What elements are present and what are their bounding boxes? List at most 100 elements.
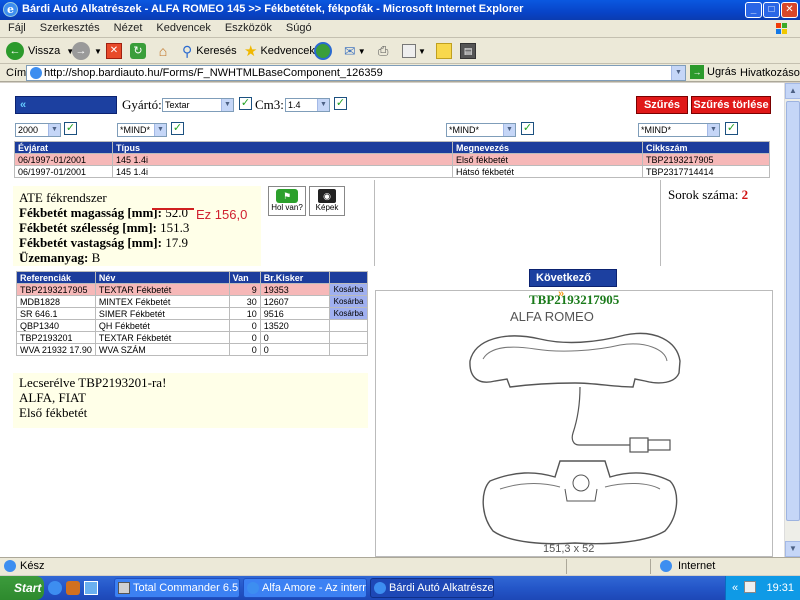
address-input[interactable]: http://shop.bardiauto.hu/Forms/F_NWHTMLB… bbox=[26, 65, 686, 81]
stop-button[interactable]: ✕ bbox=[106, 40, 122, 62]
kepek-button[interactable]: ◉ Képek bbox=[309, 186, 345, 216]
search-icon: ⚲ bbox=[182, 42, 193, 59]
menu-tools[interactable]: Eszközök bbox=[217, 20, 278, 34]
cikkszam-select[interactable]: *MIND* ▼ bbox=[638, 123, 720, 137]
szures-torlese-button[interactable]: Szűrés törlése bbox=[691, 96, 771, 114]
favorites-button[interactable]: ★ Kedvencek bbox=[244, 40, 315, 62]
table-row[interactable]: 06/1997-01/2001 145 1.4i Első fékbetét T… bbox=[14, 153, 770, 166]
history-button[interactable] bbox=[314, 40, 332, 62]
go-button[interactable]: → Ugrás bbox=[690, 65, 736, 79]
mail-button[interactable]: ✉ ▼ bbox=[344, 40, 366, 62]
menu-view[interactable]: Nézet bbox=[106, 20, 149, 34]
menu-bar: Fájl Szerkesztés Nézet Kedvencek Eszközök Súg… bbox=[0, 20, 800, 38]
cikkszam-checkbox[interactable]: ✓ bbox=[725, 122, 738, 135]
menu-favorites[interactable]: Kedvencek bbox=[148, 20, 216, 34]
auto-alkatreszek-button[interactable]: « Autó/Alkatrészek bbox=[15, 96, 117, 127]
links-label[interactable]: Hivatkozások bbox=[740, 67, 800, 79]
ie-icon: e bbox=[3, 2, 18, 17]
quicklaunch-ie-icon[interactable] bbox=[48, 581, 62, 595]
table-row[interactable]: WVA 21932 17.90 WVA SZÁM 00 bbox=[16, 343, 368, 356]
table-row[interactable]: MDB1828 MINTEX Fékbetét 30 12607 Kosárba bbox=[16, 295, 368, 308]
table-row[interactable]: TBP2193201 TEXTAR Fékbetét 00 bbox=[16, 331, 368, 344]
clock[interactable]: 19:31 bbox=[766, 576, 794, 600]
scroll-down-icon[interactable]: ▼ bbox=[785, 541, 800, 557]
sorok-szama: Sorok száma: 2 bbox=[668, 187, 749, 202]
chevron-down-icon: ▼ bbox=[94, 46, 102, 56]
task-alfa-amore[interactable]: Alfa Amore - Az internet... bbox=[243, 578, 367, 598]
home-icon: ⌂ bbox=[158, 43, 168, 59]
refresh-button[interactable]: ↻ bbox=[130, 40, 146, 62]
kovetkezo-kep-button[interactable]: Következő kép » bbox=[529, 269, 617, 300]
address-bar: Cím http://shop.bardiauto.hu/Forms/F_NWH… bbox=[0, 64, 800, 82]
megnevezes-checkbox[interactable]: ✓ bbox=[521, 122, 534, 135]
maximize-button[interactable]: □ bbox=[763, 2, 780, 18]
forward-button[interactable]: → ▼ bbox=[72, 40, 102, 62]
back-arrow-icon: ← bbox=[6, 42, 24, 60]
print-button[interactable]: ⎙ bbox=[378, 40, 388, 62]
year-checkbox[interactable]: ✓ bbox=[64, 122, 77, 135]
tools-button[interactable]: ▤ bbox=[460, 40, 476, 62]
cm3-label: Cm3: bbox=[255, 97, 284, 112]
menu-help[interactable]: Súgó bbox=[278, 20, 318, 34]
edit-button[interactable]: ▼ bbox=[402, 40, 426, 62]
cm3-select[interactable]: 1.4 ▼ bbox=[285, 98, 330, 112]
red-underline bbox=[152, 208, 194, 210]
table-row[interactable]: SR 646.1 SIMER Fékbetét 10 9516 Kosárba bbox=[16, 307, 368, 320]
tipus-select[interactable]: *MIND* ▼ bbox=[117, 123, 167, 137]
back-button[interactable]: ← Vissza ▼ bbox=[6, 40, 74, 62]
table-row[interactable]: 06/1997-01/2001 145 1.4i Hátsó fékbetét … bbox=[14, 165, 770, 178]
cm3-checkbox[interactable]: ✓ bbox=[334, 97, 347, 110]
windows-logo-icon bbox=[776, 23, 787, 34]
scroll-up-icon[interactable]: ▲ bbox=[785, 83, 800, 99]
tipus-checkbox[interactable]: ✓ bbox=[171, 122, 184, 135]
taskbar: Start Total Commander 6.51 - ... Alfa Am… bbox=[0, 576, 800, 600]
address-label: Cím bbox=[6, 67, 27, 79]
ie-icon bbox=[247, 582, 259, 594]
hol-van-button[interactable]: ⚑ Hol van? bbox=[268, 186, 306, 216]
title-bar: e Bárdi Autó Alkatrészek - ALFA ROMEO 14… bbox=[0, 0, 800, 20]
chevron-down-icon: ▼ bbox=[48, 124, 60, 136]
szures-button[interactable]: Szűrés bbox=[636, 96, 688, 114]
table-row[interactable]: QBP1340 QH Fékbetét 0 13520 bbox=[16, 319, 368, 332]
messenger-button[interactable] bbox=[436, 40, 452, 62]
chevron-down-icon[interactable]: ▼ bbox=[671, 66, 685, 80]
close-button[interactable]: ✕ bbox=[781, 2, 798, 18]
annotation-note: Ez 156,0 bbox=[196, 207, 248, 222]
task-total-commander[interactable]: Total Commander 6.51 - ... bbox=[114, 578, 240, 598]
star-icon: ★ bbox=[244, 43, 258, 60]
chevron-down-icon: ▼ bbox=[418, 46, 426, 56]
year-select[interactable]: 2000 ▼ bbox=[15, 123, 61, 137]
system-tray: « 19:31 bbox=[725, 576, 800, 600]
page-icon bbox=[4, 560, 16, 572]
replacement-note: Lecserélve TBP2193201-ra! ALFA, FIAT Els… bbox=[13, 373, 368, 428]
toolbar: ← Vissza ▼ → ▼ ✕ ↻ ⌂ ⚲ Keresés ★ Kedvenc… bbox=[0, 38, 800, 64]
forward-arrow-icon: → bbox=[72, 42, 90, 60]
camera-icon: ◉ bbox=[318, 189, 336, 203]
scroll-thumb[interactable] bbox=[786, 101, 800, 521]
floppy-icon bbox=[118, 582, 130, 594]
table-row[interactable]: TBP2193217905 TEXTAR Fékbetét 9 19353 Kosá… bbox=[16, 283, 368, 296]
task-bardi-auto[interactable]: Bárdi Autó Alkatrésze... bbox=[370, 578, 494, 598]
speaker-icon[interactable] bbox=[744, 581, 756, 593]
chevron-down-icon: ▼ bbox=[154, 124, 166, 136]
chevron-left-icon[interactable]: « bbox=[732, 576, 738, 600]
quicklaunch-firefox-icon[interactable] bbox=[66, 581, 80, 595]
gyarto-select[interactable]: Textar ▼ bbox=[162, 98, 234, 112]
vertical-scrollbar[interactable]: ▲ ▼ bbox=[784, 83, 800, 557]
start-button[interactable]: Start bbox=[0, 576, 44, 600]
megnevezes-select[interactable]: *MIND* ▼ bbox=[446, 123, 516, 137]
divider bbox=[374, 180, 375, 266]
home-button[interactable]: ⌂ bbox=[154, 40, 172, 62]
double-chevron-left-icon: « bbox=[20, 99, 27, 111]
gyarto-checkbox[interactable]: ✓ bbox=[239, 97, 252, 110]
menu-edit[interactable]: Szerkesztés bbox=[32, 20, 106, 34]
menu-file[interactable]: Fájl bbox=[0, 20, 32, 34]
tools-icon: ▤ bbox=[460, 43, 476, 59]
edit-icon bbox=[402, 44, 416, 58]
quicklaunch-desktop-icon[interactable] bbox=[84, 581, 98, 595]
minimize-button[interactable]: _ bbox=[745, 2, 762, 18]
kosarba-button[interactable]: Kosárba bbox=[329, 295, 368, 308]
kosarba-button[interactable]: Kosárba bbox=[329, 283, 368, 296]
search-button[interactable]: ⚲ Keresés bbox=[182, 40, 237, 62]
kosarba-button[interactable]: Kosárba bbox=[329, 307, 368, 320]
